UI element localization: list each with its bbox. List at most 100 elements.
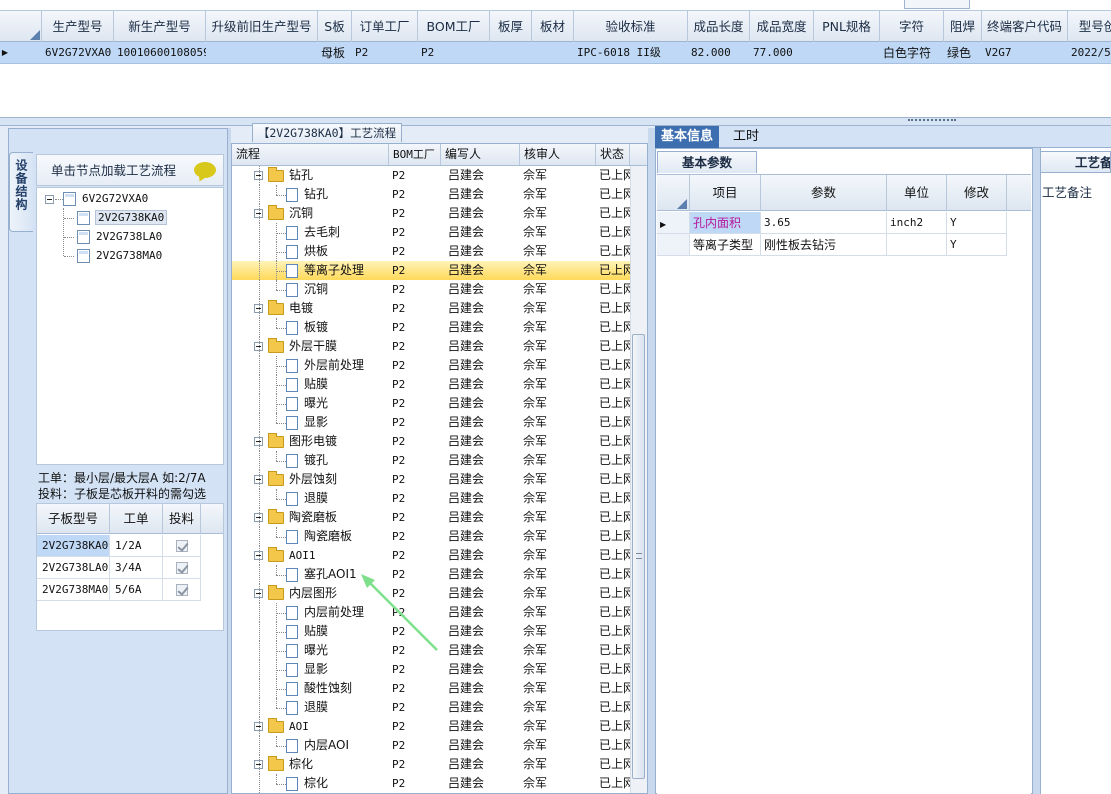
top-grid-cell[interactable]	[532, 42, 574, 64]
process-row[interactable]: 沉铜 P2 吕建会 佘军 已上网	[232, 204, 630, 223]
col-unit[interactable]: 单位	[887, 175, 947, 211]
top-grid-col-header[interactable]: 成品宽度	[750, 11, 814, 42]
tree-node[interactable]: 2V2G738MA0	[77, 247, 162, 265]
col-modify[interactable]: 修改	[947, 175, 1007, 211]
col-subboard[interactable]: 子板型号	[37, 504, 110, 534]
param-cell[interactable]: 等离子类型	[690, 234, 761, 256]
tree-node[interactable]: 2V2G738KA0	[77, 209, 168, 227]
top-grid-col-header[interactable]: PNL规格	[814, 11, 880, 42]
feed-checkbox[interactable]	[175, 540, 188, 552]
process-row[interactable]: 等离子处理 P2 吕建会 佘军 已上网	[232, 261, 630, 280]
process-row[interactable]: 去毛刺 P2 吕建会 佘军 已上网	[232, 223, 630, 242]
top-grid-cell[interactable]: 白色字符	[880, 42, 944, 64]
top-grid-col-header[interactable]: 成品长度	[688, 11, 750, 42]
process-row[interactable]: 退膜 P2 吕建会 佘军 已上网	[232, 698, 630, 717]
process-row[interactable]: 酸性蚀刻 P2 吕建会 佘军 已上网	[232, 679, 630, 698]
top-grid-col-header[interactable]: 终端客户代码	[982, 11, 1068, 42]
top-grid-col-header[interactable]: 板厚	[490, 11, 532, 42]
tree-node[interactable]: 2V2G738LA0	[77, 228, 162, 246]
top-grid-cell[interactable]: 10010600108059	[114, 42, 206, 64]
top-grid-cell[interactable]: 82.000	[688, 42, 750, 64]
top-grid-cell[interactable]	[490, 42, 532, 64]
top-grid-cell[interactable]	[206, 42, 318, 64]
top-button[interactable]	[904, 0, 970, 9]
side-tab-structure[interactable]: 设备结构	[9, 152, 33, 232]
process-row[interactable]: 曝光 P2 吕建会 佘军 已上网	[232, 394, 630, 413]
feed-checkbox[interactable]	[175, 562, 188, 574]
top-grid-col-header[interactable]: 型号创	[1068, 11, 1111, 42]
process-row[interactable]: 棕化 P2 吕建会 佘军 已上网	[232, 774, 630, 793]
process-row[interactable]: 板镀 P2 吕建会 佘军 已上网	[232, 318, 630, 337]
grid-cell[interactable]: 2V2G738MA0	[37, 579, 110, 601]
top-grid-col-header[interactable]: 升级前旧生产型号	[206, 11, 318, 42]
col-bom-factory[interactable]: BOM工厂	[389, 144, 441, 165]
top-grid-cell[interactable]: 母板	[318, 42, 352, 64]
top-grid-cell[interactable]: 2022/5/2	[1068, 42, 1111, 64]
grid-cell[interactable]: 2V2G738LA0	[37, 557, 110, 579]
process-row[interactable]: 图形电镀 P2 吕建会 佘军 已上网	[232, 432, 630, 451]
top-grid-cell[interactable]: 绿色	[944, 42, 982, 64]
col-param[interactable]: 参数	[761, 175, 887, 211]
tab-work-hours[interactable]: 工时	[727, 126, 765, 148]
process-row[interactable]: 陶瓷磨板 P2 吕建会 佘军 已上网	[232, 508, 630, 527]
process-row[interactable]: 外层干膜 P2 吕建会 佘军 已上网	[232, 337, 630, 356]
col-writer[interactable]: 编写人	[441, 144, 520, 165]
tab-basic-info[interactable]: 基本信息	[655, 126, 720, 148]
top-grid-cell[interactable]: IPC-6018 II级	[574, 42, 688, 64]
col-reviewer[interactable]: 核审人	[520, 144, 596, 165]
process-row[interactable]: 镀孔 P2 吕建会 佘军 已上网	[232, 451, 630, 470]
process-row[interactable]: AOI P2 吕建会 佘军 已上网	[232, 717, 630, 736]
top-grid-col-header[interactable]: 新生产型号	[114, 11, 206, 42]
scrollbar-thumb[interactable]	[632, 334, 645, 779]
top-grid-col-header[interactable]: BOM工厂	[418, 11, 490, 42]
vertical-splitter[interactable]	[648, 128, 655, 794]
process-row[interactable]: 烘板 P2 吕建会 佘军 已上网	[232, 242, 630, 261]
tree-expander-icon[interactable]	[45, 195, 54, 204]
param-cell[interactable]: 3.65	[761, 212, 887, 234]
col-workorder[interactable]: 工单	[110, 504, 163, 534]
col-feed[interactable]: 投料	[163, 504, 201, 534]
process-row[interactable]: 棕化 P2 吕建会 佘军 已上网	[232, 755, 630, 774]
top-grid-col-header[interactable]: 订单工厂	[352, 11, 418, 42]
vertical-splitter[interactable]	[1033, 148, 1040, 794]
param-cell[interactable]: 孔内面积	[690, 212, 761, 234]
col-status[interactable]: 状态	[596, 144, 630, 165]
top-grid-cell[interactable]: P2	[352, 42, 418, 64]
param-cell[interactable]: inch2	[887, 212, 947, 234]
col-item[interactable]: 项目	[690, 175, 761, 211]
grid-cell[interactable]: 5/6A	[110, 579, 163, 601]
process-row[interactable]: 显影 P2 吕建会 佘军 已上网	[232, 660, 630, 679]
process-row[interactable]: 外层蚀刻 P2 吕建会 佘军 已上网	[232, 470, 630, 489]
top-grid-col-header[interactable]: 字符	[880, 11, 944, 42]
top-grid-cell[interactable]: 77.000	[750, 42, 814, 64]
process-row[interactable]: 钻孔 P2 吕建会 佘军 已上网	[232, 166, 630, 185]
top-grid-col-header[interactable]: 验收标准	[574, 11, 688, 42]
process-row[interactable]: 贴膜 P2 吕建会 佘军 已上网	[232, 375, 630, 394]
top-grid-col-header[interactable]: 阻焊	[944, 11, 982, 42]
top-grid-col-header[interactable]: S板	[318, 11, 352, 42]
tree-root[interactable]: 6V2G72VXA0	[63, 190, 148, 208]
process-row[interactable]: 内层AOI P2 吕建会 佘军 已上网	[232, 736, 630, 755]
process-row[interactable]: 外层前处理 P2 吕建会 佘军 已上网	[232, 356, 630, 375]
process-row[interactable]: 显影 P2 吕建会 佘军 已上网	[232, 413, 630, 432]
process-row[interactable]: 沉铜 P2 吕建会 佘军 已上网	[232, 280, 630, 299]
param-cell[interactable]: Y	[947, 234, 1007, 256]
param-cell[interactable]: Y	[947, 212, 1007, 234]
grid-cell[interactable]: 3/4A	[110, 557, 163, 579]
param-cell[interactable]: 刚性板去钻污	[761, 234, 887, 256]
grid-cell[interactable]: 2V2G738KA0	[37, 535, 110, 557]
grid-cell[interactable]: 1/2A	[110, 535, 163, 557]
feed-checkbox[interactable]	[175, 584, 188, 596]
process-row[interactable]: 陶瓷磨板 P2 吕建会 佘军 已上网	[232, 527, 630, 546]
top-grid-row[interactable]: 6V2G72VXA0 10010600108059 母板 P2 P2 IPC-6018 I…	[0, 42, 1111, 64]
top-grid-cell[interactable]: V2G7	[982, 42, 1068, 64]
process-row[interactable]: 电镀 P2 吕建会 佘军 已上网	[232, 299, 630, 318]
top-grid-col-header[interactable]: 板材	[532, 11, 574, 42]
top-grid-cell[interactable]	[814, 42, 880, 64]
process-row[interactable]: 退膜 P2 吕建会 佘军 已上网	[232, 489, 630, 508]
process-row[interactable]: 钻孔 P2 吕建会 佘军 已上网	[232, 185, 630, 204]
top-grid-cell[interactable]: P2	[418, 42, 490, 64]
top-grid-cell[interactable]: 6V2G72VXA0	[42, 42, 114, 64]
top-grid-col-header[interactable]: 生产型号	[42, 11, 114, 42]
process-row[interactable]: AOI1 P2 吕建会 佘军 已上网	[232, 546, 630, 565]
